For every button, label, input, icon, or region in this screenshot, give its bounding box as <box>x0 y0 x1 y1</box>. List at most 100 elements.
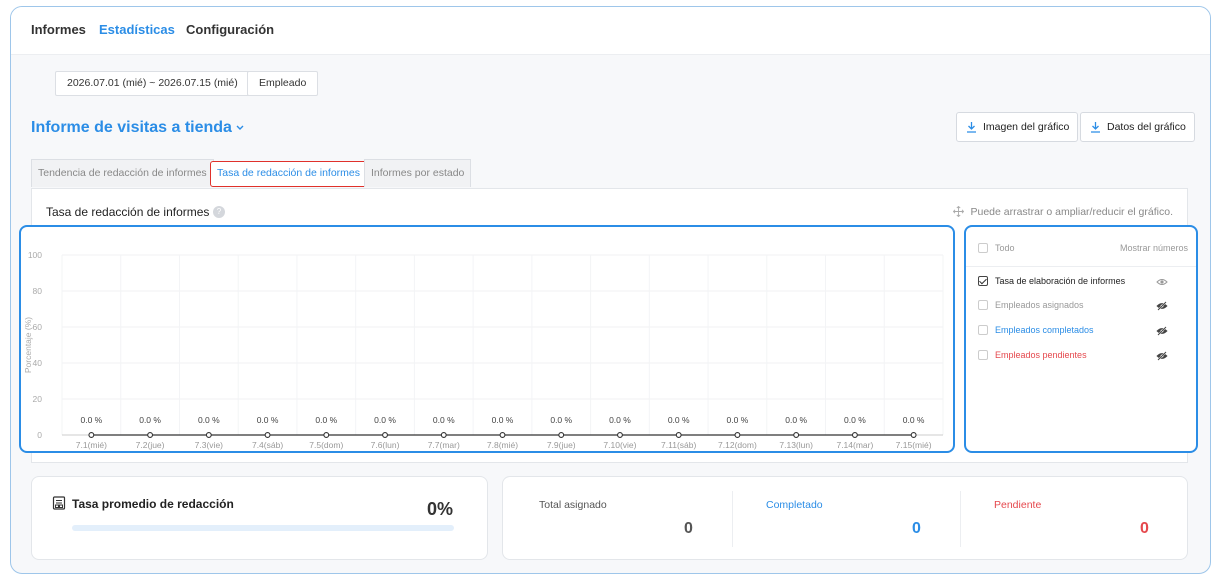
data-label: 0.0 % <box>727 415 749 425</box>
data-label: 0.0 % <box>492 415 514 425</box>
chevron-down-icon[interactable] <box>233 122 247 134</box>
x-tick-label: 7.10(vie) <box>603 440 636 450</box>
line-chart[interactable]: 0 20 40 60 80 100 Porcentaje (%) 7.1(mié) 7.2(ju… <box>21 227 952 450</box>
group-selector[interactable]: Empleado <box>247 71 319 96</box>
data-point <box>910 432 917 438</box>
stat-total-label: Total asignado <box>539 499 607 511</box>
legend-checkbox[interactable] <box>978 325 988 335</box>
stat-pending-value: 0 <box>1140 520 1149 537</box>
nav-configuracion[interactable]: Configuración <box>186 22 274 37</box>
data-point <box>734 432 741 438</box>
data-point <box>499 432 506 438</box>
data-point <box>88 432 95 438</box>
help-icon[interactable]: ? <box>213 206 225 218</box>
select-all-checkbox[interactable] <box>978 243 988 253</box>
y-tick-label: 80 <box>33 286 43 296</box>
data-label: 0.0 % <box>139 415 161 425</box>
app-window: Informes Estadísticas Configuración 2026… <box>10 6 1211 574</box>
average-progress-bar <box>72 525 454 531</box>
x-tick-label: 7.12(dom) <box>718 440 757 450</box>
stat-completed-label: Completado <box>766 499 823 511</box>
move-icon <box>953 206 965 217</box>
data-point <box>617 432 623 438</box>
show-numbers-toggle[interactable]: Mostrar números <box>1120 243 1188 253</box>
download-icon <box>967 122 976 133</box>
data-point <box>147 432 154 438</box>
average-card: Tasa promedio de redacción 0% <box>31 476 488 560</box>
x-tick-label: 7.1(mié) <box>76 440 107 450</box>
divider <box>960 491 961 547</box>
eye-off-icon[interactable] <box>1156 351 1168 361</box>
legend-item-label[interactable]: Empleados pendientes <box>995 350 1087 360</box>
tab-tendencia[interactable]: Tendencia de redacción de informes <box>31 159 214 187</box>
stat-total-value: 0 <box>684 520 693 537</box>
chart-hint: Puede arrastrar o ampliar/reducir el grá… <box>953 206 1173 218</box>
eye-off-icon[interactable] <box>1156 301 1168 311</box>
x-tick-label: 7.8(mié) <box>487 440 518 450</box>
data-label: 0.0 % <box>844 415 866 425</box>
y-tick-label: 20 <box>33 394 43 404</box>
legend-item-label[interactable]: Tasa de elaboración de informes <box>995 276 1125 286</box>
stat-completed-value: 0 <box>912 520 921 537</box>
legend-item-label[interactable]: Empleados completados <box>995 325 1094 335</box>
x-tick-label: 7.9(jue) <box>547 440 576 450</box>
legend-checkbox[interactable] <box>978 350 988 360</box>
y-tick-label: 0 <box>37 430 42 440</box>
select-all-label: Todo <box>995 243 1015 253</box>
data-point <box>382 432 388 438</box>
x-tick-label: 7.4(sáb) <box>252 440 283 450</box>
eye-off-icon[interactable] <box>1156 326 1168 336</box>
y-tick-label: 40 <box>33 358 43 368</box>
x-tick-label: 7.2(jue) <box>136 440 165 450</box>
tab-por-estado[interactable]: Informes por estado <box>364 159 472 187</box>
data-label: 0.0 % <box>374 415 396 425</box>
data-label: 0.0 % <box>433 415 455 425</box>
divider <box>732 491 733 547</box>
data-point <box>323 432 330 438</box>
data-label: 0.0 % <box>257 415 279 425</box>
data-label: 0.0 % <box>198 415 220 425</box>
x-tick-label: 7.5(dom) <box>309 440 343 450</box>
data-point <box>793 432 800 438</box>
data-label: 0.0 % <box>550 415 572 425</box>
data-label: 0.0 % <box>80 415 102 425</box>
x-tick-label: 7.14(mar) <box>836 440 873 450</box>
export-image-label: Imagen del gráfico <box>983 121 1070 133</box>
x-tick-label: 7.6(lun) <box>371 440 400 450</box>
average-value: 0% <box>426 499 453 519</box>
export-image-button[interactable]: Imagen del gráfico <box>956 112 1079 142</box>
legend-item-label[interactable]: Empleados asignados <box>995 300 1084 310</box>
report-icon <box>52 496 66 510</box>
data-point <box>264 432 271 438</box>
x-tick-label: 7.3(vie) <box>195 440 224 450</box>
stat-pending-label: Pendiente <box>994 499 1042 511</box>
data-label: 0.0 % <box>903 415 925 425</box>
y-tick-label: 60 <box>33 322 43 332</box>
export-data-button[interactable]: Datos del gráfico <box>1080 112 1195 142</box>
y-tick-label: 100 <box>28 250 42 260</box>
data-label: 0.0 % <box>668 415 690 425</box>
nav-estadisticas[interactable]: Estadísticas <box>99 22 175 37</box>
legend-panel: Todo Mostrar números Tasa de elaboración… <box>964 225 1198 453</box>
data-point <box>675 432 682 438</box>
date-range-picker[interactable]: 2026.07.01 (mié) ~ 2026.07.15 (mié) <box>55 71 250 96</box>
average-title: Tasa promedio de redacción <box>72 497 234 511</box>
legend-checkbox[interactable] <box>978 300 988 310</box>
top-nav: Informes Estadísticas Configuración <box>11 7 1210 55</box>
legend-checkbox[interactable] <box>978 276 988 286</box>
y-axis-label: Porcentaje (%) <box>23 317 33 373</box>
export-data-label: Datos del gráfico <box>1107 121 1186 133</box>
nav-informes[interactable]: Informes <box>31 22 86 37</box>
stats-card: Total asignado 0 Completado 0 Pendiente … <box>502 476 1188 560</box>
legend-header: Todo Mostrar números <box>966 227 1196 267</box>
eye-icon[interactable] <box>1156 277 1168 287</box>
tab-tasa[interactable]: Tasa de redacción de informes <box>210 161 367 187</box>
data-point <box>558 432 565 438</box>
data-point <box>440 432 447 438</box>
data-point <box>205 432 212 438</box>
x-tick-label: 7.15(mié) <box>896 440 932 450</box>
data-label: 0.0 % <box>315 415 337 425</box>
chart-area[interactable]: 0 20 40 60 80 100 Porcentaje (%) 7.1(mié) 7.2(ju… <box>19 225 955 453</box>
data-point <box>851 432 858 438</box>
panel-title: Tasa de redacción de informes <box>46 205 210 219</box>
